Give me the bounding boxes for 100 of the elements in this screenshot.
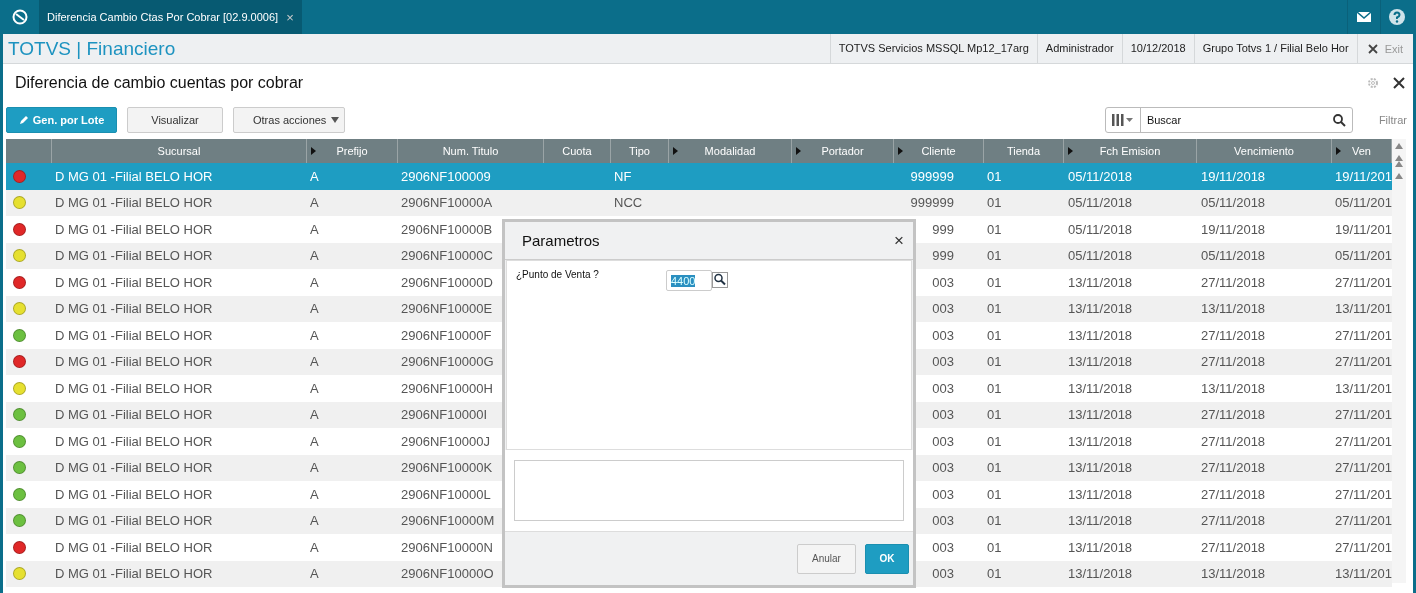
- table-cell: 19/11/2018: [1201, 221, 1266, 237]
- table-cell: A: [310, 274, 319, 290]
- table-cell: 2906NF10000A: [401, 195, 493, 211]
- table-cell: 27/11/2018: [1201, 274, 1266, 290]
- table-cell: 003: [932, 354, 954, 370]
- table-cell: 01: [987, 221, 1002, 237]
- table-cell: 01: [987, 248, 1002, 264]
- session-info: TOTVS Servicios MSSQL Mp12_17arg: [829, 34, 1037, 63]
- table-cell: 01: [987, 168, 1002, 184]
- session-info: 10/12/2018: [1121, 34, 1194, 63]
- table-cell: A: [310, 248, 319, 264]
- table-cell: A: [310, 301, 319, 317]
- table-cell: 27/11/201: [1335, 486, 1392, 502]
- table-cell: 2906NF10000M: [401, 513, 495, 529]
- table-cell: 01: [987, 274, 1002, 290]
- table-cell: 27/11/2018: [1201, 354, 1266, 370]
- table-cell: D MG 01 -Filial BELO HOR: [55, 486, 213, 502]
- table-cell: 05/11/201: [1335, 195, 1392, 211]
- table-cell: 27/11/201: [1335, 274, 1392, 290]
- table-cell: 003: [932, 513, 954, 529]
- table-cell: D MG 01 -Filial BELO HOR: [55, 539, 213, 555]
- table-cell: 2906NF10000K: [401, 460, 493, 476]
- table-cell: 27/11/201: [1335, 539, 1392, 555]
- table-cell: NCC: [614, 195, 643, 211]
- session-info: Grupo Totvs 1 / Filial Belo Hor: [1193, 34, 1357, 63]
- table-cell: 01: [987, 486, 1002, 502]
- table-cell: D MG 01 -Filial BELO HOR: [55, 380, 213, 396]
- table-cell: 2906NF10000N: [401, 539, 493, 555]
- table-cell: 13/11/2018: [1201, 380, 1266, 396]
- table-cell: 2906NF10000B: [401, 221, 493, 237]
- table-cell: 003: [932, 407, 954, 423]
- table-cell: D MG 01 -Filial BELO HOR: [55, 407, 213, 423]
- table-cell: 01: [987, 460, 1002, 476]
- table-cell: 003: [932, 380, 954, 396]
- table-cell: 05/11/2018: [1201, 248, 1266, 264]
- table-cell: 27/11/201: [1335, 354, 1392, 370]
- table-cell: D MG 01 -Filial BELO HOR: [55, 221, 213, 237]
- table-cell: 003: [932, 566, 954, 582]
- table-cell: 2906NF10000G: [401, 354, 494, 370]
- table-cell: 01: [987, 380, 1002, 396]
- table-cell: 2906NF10000D: [401, 274, 493, 290]
- table-cell: NF: [614, 168, 632, 184]
- table-cell: D MG 01 -Filial BELO HOR: [55, 354, 213, 370]
- table-cell: A: [310, 486, 319, 502]
- table-cell: 999: [932, 221, 954, 237]
- table-cell: 13/11/2018: [1068, 513, 1133, 529]
- table-cell: 13/11/2018: [1068, 566, 1133, 582]
- table-cell: 01: [987, 195, 1002, 211]
- table-cell: A: [310, 221, 319, 237]
- table-cell: D MG 01 -Filial BELO HOR: [55, 248, 213, 264]
- table-cell: 2906NF10000I: [401, 407, 487, 423]
- table-cell: 01: [987, 539, 1002, 555]
- table-cell: A: [310, 566, 319, 582]
- table-cell: 13/11/2018: [1068, 433, 1133, 449]
- table-cell: A: [310, 513, 319, 529]
- table-cell: 13/11/2018: [1201, 301, 1266, 317]
- table-cell: 13/11/2018: [1068, 539, 1133, 555]
- table-cell: 003: [932, 486, 954, 502]
- table-cell: 01: [987, 433, 1002, 449]
- table-cell: D MG 01 -Filial BELO HOR: [55, 327, 213, 343]
- field-label: ¿Punto de Venta ?: [516, 269, 599, 280]
- table-cell: 27/11/2018: [1201, 486, 1266, 502]
- table-cell: 13/11/2018: [1068, 380, 1133, 396]
- table-cell: A: [310, 380, 319, 396]
- table-cell: 13/11/2018: [1068, 486, 1133, 502]
- table-cell: 2906NF10000E: [401, 301, 493, 317]
- table-cell: D MG 01 -Filial BELO HOR: [55, 195, 213, 211]
- table-cell: 2906NF10000J: [401, 433, 490, 449]
- table-cell: A: [310, 407, 319, 423]
- table-cell: A: [310, 354, 319, 370]
- table-cell: 003: [932, 539, 954, 555]
- table-cell: 13/11/2018: [1068, 354, 1133, 370]
- table-cell: 01: [987, 327, 1002, 343]
- table-cell: 27/11/2018: [1201, 433, 1266, 449]
- table-cell: 05/11/2018: [1068, 248, 1133, 264]
- table-cell: 27/11/201: [1335, 407, 1392, 423]
- table-cell: 19/11/2018: [1201, 168, 1266, 184]
- table-cell: 13/11/201: [1335, 566, 1392, 582]
- table-cell: 19/11/201: [1335, 221, 1392, 237]
- table-cell: D MG 01 -Filial BELO HOR: [55, 566, 213, 582]
- table-cell: D MG 01 -Filial BELO HOR: [55, 301, 213, 317]
- table-cell: 27/11/2018: [1201, 460, 1266, 476]
- table-cell: 999: [932, 248, 954, 264]
- table-cell: 05/11/2018: [1068, 168, 1133, 184]
- table-cell: 13/11/201: [1335, 301, 1392, 317]
- table-cell: 2906NF10000O: [401, 566, 494, 582]
- table-cell: 27/11/2018: [1201, 539, 1266, 555]
- table-cell: 999999: [910, 195, 954, 211]
- table-cell: 999999: [910, 168, 954, 184]
- table-cell: 05/11/2018: [1068, 221, 1133, 237]
- table-cell: D MG 01 -Filial BELO HOR: [55, 513, 213, 529]
- table-cell: 13/11/201: [1335, 380, 1392, 396]
- table-cell: 19/11/201: [1335, 168, 1392, 184]
- app-title: TOTVS | Financiero: [7, 37, 176, 60]
- table-cell: 13/11/2018: [1068, 407, 1133, 423]
- table-cell: A: [310, 327, 319, 343]
- table-cell: 13/11/2018: [1068, 301, 1133, 317]
- table-cell: 01: [987, 566, 1002, 582]
- table-cell: 13/11/2018: [1068, 327, 1133, 343]
- session-info: Administrador: [1036, 34, 1122, 63]
